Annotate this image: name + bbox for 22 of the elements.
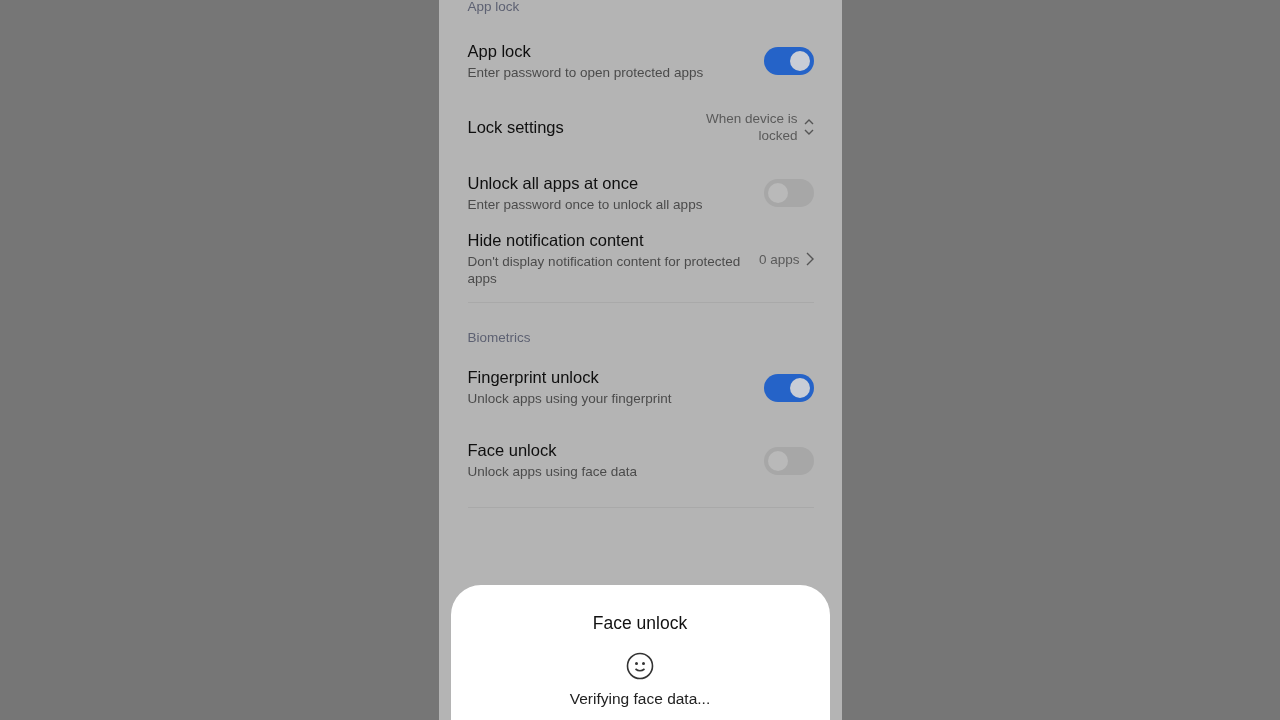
smiley-face-icon [626, 652, 654, 680]
toggle-switch[interactable] [763, 373, 814, 402]
setting-title: Lock settings [467, 117, 565, 137]
chevron-right-icon [805, 252, 814, 266]
section-header: Biometrics [467, 331, 532, 345]
dialog-message: Verifying face data... [569, 690, 711, 708]
setting-value: 0 apps [758, 250, 800, 268]
setting-description: Unlock apps using face data [467, 463, 639, 480]
section-header: App lock [467, 0, 521, 14]
dialog-title: Face unlock [592, 613, 688, 634]
setting-value: When device is locked [704, 110, 798, 144]
setting-title: Face unlock [467, 441, 558, 460]
setting-title: Fingerprint unlock [467, 368, 600, 387]
setting-description: Enter password to open protected apps [467, 63, 705, 81]
setting-title: Hide notification content [467, 231, 645, 250]
setting-title: App lock [467, 41, 532, 61]
setting-description: Unlock apps using your fingerprint [467, 390, 673, 407]
setting-description: Enter password once to unlock all apps [467, 195, 704, 213]
setting-title: Unlock all apps at once [467, 173, 640, 193]
setting-description: Don't display notification content for protected apps [467, 253, 742, 287]
toggle-switch[interactable] [763, 47, 814, 75]
up-down-chevron-icon [803, 118, 814, 136]
